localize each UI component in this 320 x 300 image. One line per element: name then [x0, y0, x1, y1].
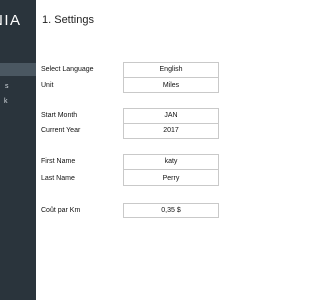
- sidebar-item-label: s: [5, 83, 9, 90]
- group-divider: [123, 169, 219, 170]
- cost-per-km-field[interactable]: 0,35 $: [123, 207, 219, 214]
- select-language-label: Select Language: [41, 66, 94, 73]
- unit-label: Unit: [41, 82, 54, 89]
- sidebar-item-settings[interactable]: [0, 63, 36, 76]
- start-month-label: Start Month: [41, 112, 78, 119]
- group-divider: [123, 123, 219, 124]
- group-divider: [123, 77, 219, 78]
- sidebar-item-label: k: [4, 98, 8, 105]
- brand-logo-text: NIA: [0, 12, 22, 29]
- first-name-field[interactable]: katy: [123, 158, 219, 165]
- current-year-field[interactable]: 2017: [123, 127, 219, 134]
- page-title: 1. Settings: [42, 14, 94, 26]
- last-name-label: Last Name: [41, 175, 75, 182]
- first-name-label: First Name: [41, 158, 76, 165]
- app-window: NIA s k 1. Settings Select Language Unit…: [0, 0, 300, 300]
- last-name-field[interactable]: Perry: [123, 175, 219, 182]
- unit-select[interactable]: Miles: [123, 82, 219, 89]
- start-month-field[interactable]: JAN: [123, 112, 219, 119]
- sidebar: NIA s k: [0, 0, 36, 300]
- sidebar-item-2[interactable]: s: [0, 80, 36, 93]
- settings-panel: 1. Settings Select Language Unit English…: [36, 0, 300, 300]
- language-select[interactable]: English: [123, 66, 219, 73]
- cost-per-km-label: Coût par Km: [41, 207, 81, 214]
- current-year-label: Current Year: [41, 127, 81, 134]
- sidebar-item-3[interactable]: k: [0, 95, 36, 108]
